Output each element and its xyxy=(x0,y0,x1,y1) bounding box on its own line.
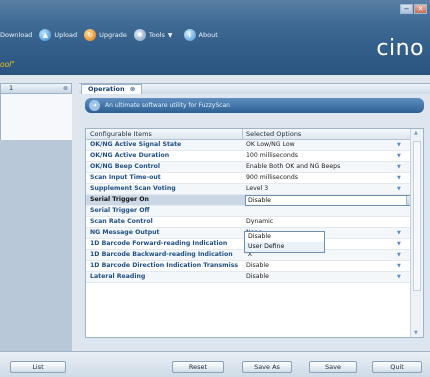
tab-strip: Operation ⊗ xyxy=(79,83,430,94)
chevron-down-icon[interactable]: ▼ xyxy=(397,140,401,150)
row-value: Disable xyxy=(246,273,269,280)
upgrade-icon: ↻ xyxy=(84,29,97,41)
chevron-down-icon[interactable]: ▼ xyxy=(397,272,401,282)
info-banner: ➜ An ultimate software utility for Fuzzy… xyxy=(85,98,424,113)
table-row-selected[interactable]: Serial Trigger On Disable ▼ xyxy=(86,195,417,206)
table-scrollbar[interactable]: ▲ ▼ xyxy=(410,129,423,337)
left-panel-body xyxy=(0,94,72,140)
dropdown-option[interactable]: Disable xyxy=(245,232,324,242)
dropdown-option[interactable]: User Define xyxy=(245,242,324,252)
chevron-up-icon[interactable]: ▲ xyxy=(414,130,418,136)
menu-download[interactable]: Download xyxy=(0,31,32,39)
chevron-down-icon[interactable]: ▼ xyxy=(397,228,401,238)
left-panel-tab[interactable]: 1 ⊗ xyxy=(0,83,72,94)
row-label: 1D Barcode Backward-reading Indication xyxy=(90,251,233,258)
banner-text: An ultimate software utility for FuzzySc… xyxy=(105,102,230,109)
table-row[interactable]: OK/NG Active Signal State OK Low/NG Low … xyxy=(86,140,411,151)
operation-panel: ➜ An ultimate software utility for Fuzzy… xyxy=(79,94,430,351)
window-controls: − ✕ xyxy=(400,4,427,14)
table-row[interactable]: Lateral Reading Disable ▼ xyxy=(86,272,411,283)
close-icon[interactable]: ⊗ xyxy=(130,85,135,93)
chevron-right-icon: ➜ xyxy=(89,100,100,111)
chevron-down-icon: ▼ xyxy=(167,31,173,39)
table-row[interactable]: Serial Trigger Off xyxy=(86,206,411,217)
menu-about-label: About xyxy=(198,31,218,39)
app-name-label: ool" xyxy=(0,60,15,69)
table-row[interactable]: Scan Rate Control Dynamic xyxy=(86,217,411,228)
chevron-down-icon[interactable]: ▼ xyxy=(397,261,401,271)
table-row[interactable]: Supplement Scan Voting Level 3 ▼ xyxy=(86,184,411,195)
close-icon[interactable]: ⊗ xyxy=(63,84,68,93)
row-label: Supplement Scan Voting xyxy=(90,185,176,192)
tab-operation[interactable]: Operation ⊗ xyxy=(81,84,143,94)
left-panel-tab-label: 1 xyxy=(9,84,14,92)
menu-upgrade[interactable]: ↻ Upgrade xyxy=(84,29,127,41)
row-value: Disable xyxy=(246,262,269,269)
row-label: OK/NG Active Signal State xyxy=(90,141,182,148)
brand-logo: cino xyxy=(376,36,424,61)
dropdown-list: Disable User Define xyxy=(244,231,325,253)
row-value: 100 milliseconds xyxy=(246,152,298,159)
column-divider xyxy=(242,129,243,140)
list-button[interactable]: List xyxy=(10,361,66,373)
menu-about[interactable]: i About xyxy=(183,29,218,41)
row-value: Level 3 xyxy=(246,185,269,192)
menu-upload[interactable]: ▲ Upload xyxy=(39,29,77,41)
chevron-down-icon[interactable]: ▼ xyxy=(397,250,401,260)
dropdown-value: Disable xyxy=(248,197,271,204)
save-as-button[interactable]: Save As xyxy=(242,361,292,373)
chevron-down-icon[interactable]: ▼ xyxy=(397,173,401,183)
table-row[interactable]: OK/NG Beep Control Enable Both OK and NG… xyxy=(86,162,411,173)
menu-download-label: Download xyxy=(0,31,33,39)
left-panel: 1 ⊗ xyxy=(0,83,72,351)
chevron-down-icon[interactable]: ▼ xyxy=(397,151,401,161)
row-label: OK/NG Beep Control xyxy=(90,163,160,170)
menu-tools[interactable]: ✱ Tools ▼ xyxy=(133,29,177,41)
save-button[interactable]: Save xyxy=(309,361,357,373)
bottom-toolbar: List Reset Save As Save Quit xyxy=(0,351,430,377)
reset-button[interactable]: Reset xyxy=(172,361,224,373)
row-value: 900 milliseconds xyxy=(246,174,298,181)
row-value: Dynamic xyxy=(246,218,274,225)
minimize-button[interactable]: − xyxy=(400,4,413,14)
menu-upgrade-label: Upgrade xyxy=(99,31,127,39)
table-header: Configurable Items Selected Options xyxy=(86,129,411,140)
title-bar: − ✕ Download ▲ Upload ↻ Upgrade ✱ Tools … xyxy=(0,0,430,75)
row-label: Scan Rate Control xyxy=(90,218,153,225)
menu-upload-label: Upload xyxy=(54,31,78,39)
row-label: Serial Trigger On xyxy=(90,196,149,203)
chevron-down-icon[interactable]: ▼ xyxy=(397,162,401,172)
tools-icon: ✱ xyxy=(133,29,146,41)
chevron-down-icon[interactable]: ▼ xyxy=(397,239,401,249)
option-dropdown[interactable]: Disable ▼ xyxy=(245,195,417,206)
quit-button[interactable]: Quit xyxy=(372,361,422,373)
row-label: NG Message Output xyxy=(90,229,160,236)
row-label: Lateral Reading xyxy=(90,273,146,280)
row-label: 1D Barcode Direction Indication Transmis… xyxy=(90,262,239,269)
left-panel-empty-area xyxy=(0,140,72,351)
menu-bar: Download ▲ Upload ↻ Upgrade ✱ Tools ▼ i … xyxy=(0,28,225,42)
row-label: Scan Input Time-out xyxy=(90,174,161,181)
chevron-down-icon[interactable]: ▼ xyxy=(397,184,401,194)
table-row[interactable]: OK/NG Active Duration 100 milliseconds ▼ xyxy=(86,151,411,162)
table-row[interactable]: Scan Input Time-out 900 milliseconds ▼ xyxy=(86,173,411,184)
tab-operation-label: Operation xyxy=(88,85,125,93)
menu-tools-label: Tools xyxy=(148,31,165,39)
upload-icon: ▲ xyxy=(39,29,52,41)
row-value: OK Low/NG Low xyxy=(246,141,295,148)
row-label: Serial Trigger Off xyxy=(90,207,150,214)
row-label: OK/NG Active Duration xyxy=(90,152,170,159)
row-label: 1D Barcode Forward-reading Indication xyxy=(90,240,228,247)
column-header-options: Selected Options xyxy=(246,130,302,138)
scrollbar-thumb[interactable] xyxy=(413,141,421,291)
info-icon: i xyxy=(183,29,196,41)
close-button[interactable]: ✕ xyxy=(414,4,427,14)
chevron-down-icon[interactable]: ▼ xyxy=(414,330,418,336)
table-row[interactable]: 1D Barcode Direction Indication Transmis… xyxy=(86,261,411,272)
row-value: Enable Both OK and NG Beeps xyxy=(246,163,341,170)
column-header-items: Configurable Items xyxy=(90,130,152,138)
